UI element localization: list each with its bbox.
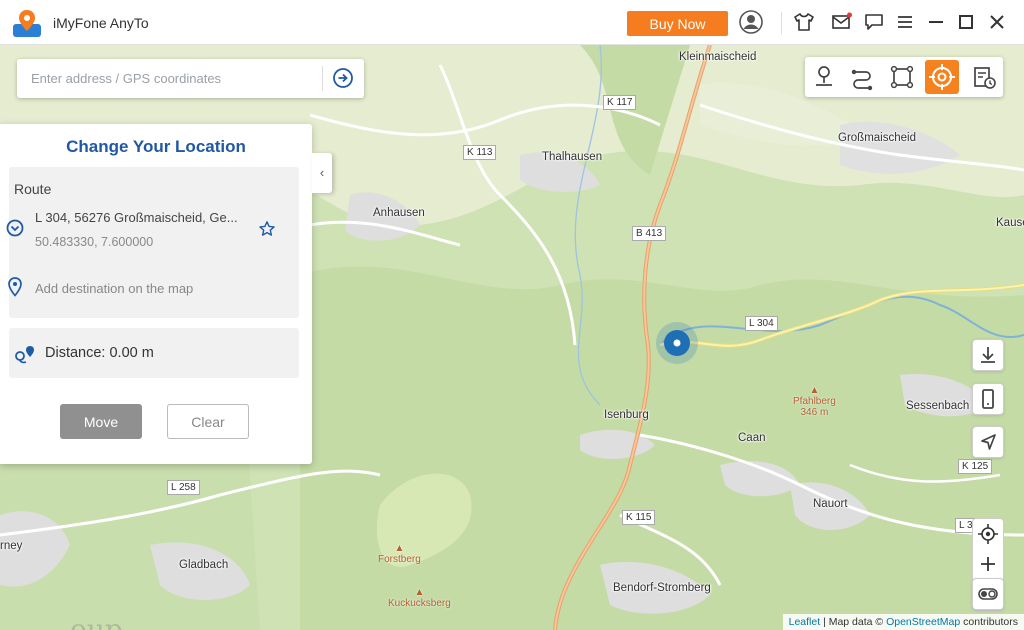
distance-card: Distance: 0.00 m (9, 328, 299, 378)
search-go-arrow-icon[interactable] (332, 67, 354, 89)
map-label-bendorf-stromberg: Bendorf-Stromberg (613, 582, 711, 594)
destination-placeholder[interactable]: Add destination on the map (35, 281, 193, 296)
minimize-icon[interactable] (924, 10, 948, 34)
search-bar (17, 59, 364, 98)
peak-height-pfahlberg: 346 m (800, 407, 829, 418)
search-input[interactable] (25, 59, 325, 98)
navigate-button[interactable] (972, 426, 1004, 458)
teleport-pin-icon (816, 66, 832, 86)
teleport-mode-button[interactable] (807, 60, 841, 94)
map-label-grossmaischeid: Großmaischeid (838, 132, 916, 144)
current-location-pin-icon[interactable] (654, 320, 700, 366)
map-label-nauort: Nauort (813, 498, 848, 510)
peak-name-pfahlberg: Pfahlberg (793, 396, 836, 407)
joystick-mode-button[interactable] (925, 60, 959, 94)
map-label-kleinmaischeid: Kleinmaischeid (679, 51, 757, 63)
road-label-k113: K 113 (463, 145, 497, 160)
title-bar: iMyFone AnyTo Buy Now (0, 0, 1024, 45)
toggle-switch-button[interactable] (972, 578, 1004, 610)
panel-title: Change Your Location (66, 137, 246, 156)
attribution-middle: | Map data © (820, 616, 887, 628)
route-label: Route (14, 181, 52, 197)
close-icon[interactable] (985, 10, 1009, 34)
road-label-k125: K 125 (958, 459, 993, 474)
app-logo-icon (13, 10, 41, 37)
multi-spot-mode-button[interactable] (885, 60, 919, 94)
multi-spot-route-icon (890, 65, 914, 89)
map-label-gladbach: Gladbach (179, 559, 229, 571)
road-label-k115: K 115 (622, 510, 656, 525)
menu-icon[interactable] (893, 10, 917, 34)
distance-route-icon (15, 346, 34, 364)
watermark-logo: oup (70, 613, 123, 630)
two-spot-route-icon (851, 69, 873, 91)
app-title: iMyFone AnyTo (53, 15, 149, 31)
road-label-l304: L 304 (745, 316, 778, 331)
peak-marker-forstberg: ▲ Forstberg (378, 543, 421, 565)
origin-address: L 304, 56276 Großmaischeid, Ge... (35, 210, 238, 225)
origin-point-icon (6, 219, 24, 237)
map-label-thalhausen: Thalhausen (542, 151, 603, 163)
attribution-tail: contributors (960, 616, 1018, 628)
import-route-button[interactable] (972, 339, 1004, 371)
map-label-anhausen: Anhausen (373, 207, 425, 219)
download-icon (981, 347, 995, 363)
search-divider (322, 66, 323, 91)
history-list-icon (974, 67, 996, 89)
two-spot-mode-button[interactable] (845, 60, 879, 94)
road-label-k117: K 117 (603, 95, 637, 110)
theme-shirt-icon[interactable] (792, 10, 816, 34)
peak-marker-pfahlberg: ▲ Pfahlberg 346 m (793, 385, 836, 418)
phone-icon (982, 389, 994, 409)
distance-value: Distance: 0.00 m (45, 345, 154, 361)
move-button[interactable]: Move (60, 404, 142, 439)
peak-name-kuckucksberg: Kuckucksberg (388, 598, 451, 609)
destination-pin-icon (8, 277, 22, 297)
toggle-icon (978, 588, 998, 600)
map-label-rney: rney (0, 540, 23, 552)
crosshair-target-icon (929, 64, 955, 90)
user-avatar-icon[interactable] (739, 10, 763, 34)
map-label-isenburg: Isenburg (604, 409, 649, 421)
collapse-panel-button[interactable]: ‹ (312, 153, 332, 193)
map-label-sessenbach: Sessenbach (906, 400, 970, 412)
titlebar-divider (781, 12, 782, 34)
map-label-kause: Kause (996, 217, 1024, 229)
map-attribution: Leaflet | Map data © OpenStreetMap contr… (782, 614, 1024, 630)
road-label-l258: L 258 (167, 480, 200, 495)
road-label-b413: B 413 (632, 226, 667, 241)
mail-icon[interactable] (830, 10, 854, 34)
mode-toolbar (805, 57, 1003, 97)
clear-button[interactable]: Clear (167, 404, 249, 439)
maximize-icon[interactable] (954, 10, 978, 34)
leaflet-link[interactable]: Leaflet (789, 616, 821, 628)
zoom-in-icon[interactable] (977, 553, 999, 575)
change-location-panel: Change Your Location Route L 304, 56276 … (0, 124, 312, 464)
map-label-caan: Caan (738, 432, 766, 444)
favorite-star-icon[interactable] (258, 220, 276, 238)
origin-coordinates: 50.483330, 7.600000 (35, 235, 154, 249)
buy-now-button[interactable]: Buy Now (627, 11, 728, 36)
openstreetmap-link[interactable]: OpenStreetMap (886, 616, 960, 628)
history-mode-button[interactable] (967, 60, 1001, 94)
navigation-arrow-icon (981, 434, 996, 450)
device-button[interactable] (972, 383, 1004, 415)
peak-name-forstberg: Forstberg (378, 554, 421, 565)
peak-marker-kuckucksberg: ▲ Kuckucksberg (388, 587, 451, 609)
locate-me-icon[interactable] (977, 523, 999, 545)
feedback-chat-icon[interactable] (862, 10, 886, 34)
